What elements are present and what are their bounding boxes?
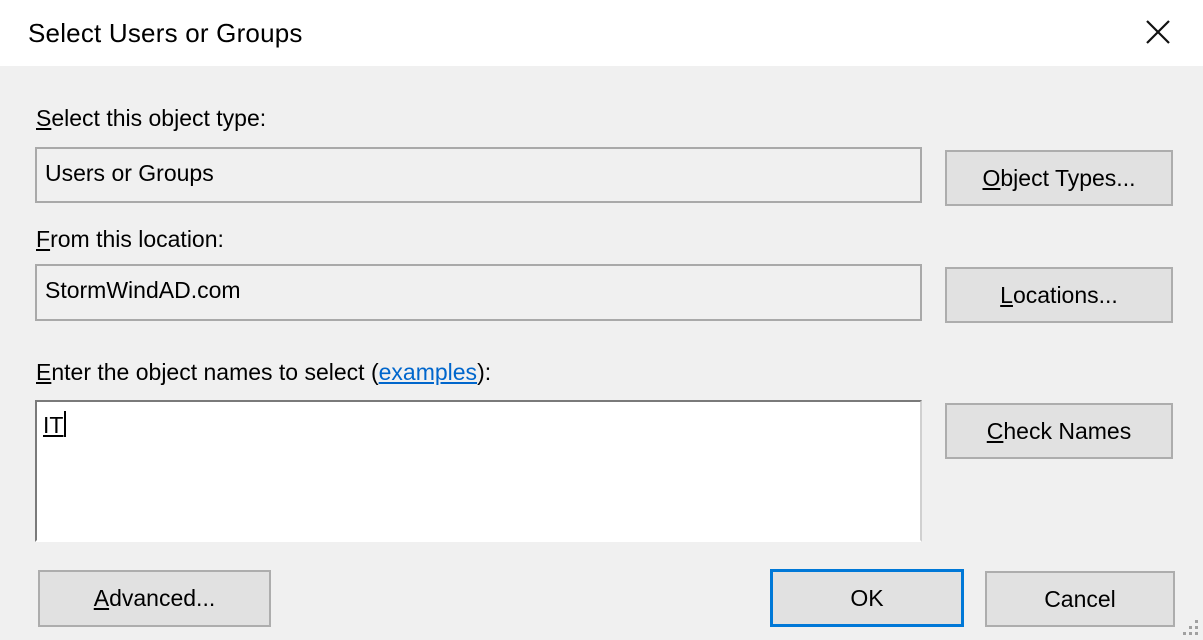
object-types-button-label: bject Types... — [1000, 164, 1136, 191]
object-type-label-text: elect this object type: — [51, 105, 267, 131]
object-type-field: Users or Groups — [35, 147, 922, 203]
advanced-button[interactable]: Advanced... — [38, 570, 271, 627]
locations-button-label: ocations... — [1012, 281, 1118, 308]
location-accesskey: F — [36, 226, 51, 252]
close-icon — [1146, 20, 1170, 44]
object-names-label-end: ): — [477, 359, 492, 385]
resize-grip[interactable] — [1183, 620, 1199, 636]
object-names-label-text: nter the object names to select ( — [51, 359, 379, 385]
object-type-label: Select this object type: — [36, 103, 266, 133]
text-caret — [64, 411, 67, 437]
object-types-button[interactable]: Object Types... — [945, 150, 1173, 206]
advanced-button-label: dvanced... — [109, 585, 216, 611]
check-names-button[interactable]: Check Names — [945, 403, 1173, 459]
object-names-label: Enter the object names to select (exampl… — [36, 357, 491, 387]
ok-button[interactable]: OK — [770, 569, 964, 627]
locations-button[interactable]: Locations... — [945, 267, 1173, 323]
dialog-title: Select Users or Groups — [28, 18, 303, 48]
locations-accesskey: L — [1000, 281, 1013, 308]
close-button[interactable] — [1130, 6, 1186, 58]
check-names-button-label: heck Names — [1003, 417, 1132, 444]
advanced-accesskey: A — [93, 585, 110, 611]
select-users-or-groups-dialog: Select Users or Groups Select this objec… — [0, 0, 1203, 640]
object-names-input[interactable]: IT — [35, 400, 922, 542]
location-label: From this location: — [36, 224, 224, 254]
title-bar[interactable]: Select Users or Groups — [0, 0, 1203, 66]
object-type-accesskey: S — [36, 105, 52, 131]
object-names-accesskey: E — [36, 359, 52, 385]
object-types-accesskey: O — [982, 164, 1001, 191]
location-field: StormWindAD.com — [35, 264, 922, 321]
examples-link[interactable]: examples — [379, 359, 477, 385]
object-names-value: IT — [43, 412, 64, 438]
location-label-text: rom this location: — [50, 226, 224, 252]
cancel-button[interactable]: Cancel — [985, 571, 1175, 627]
check-names-accesskey: C — [986, 417, 1004, 444]
